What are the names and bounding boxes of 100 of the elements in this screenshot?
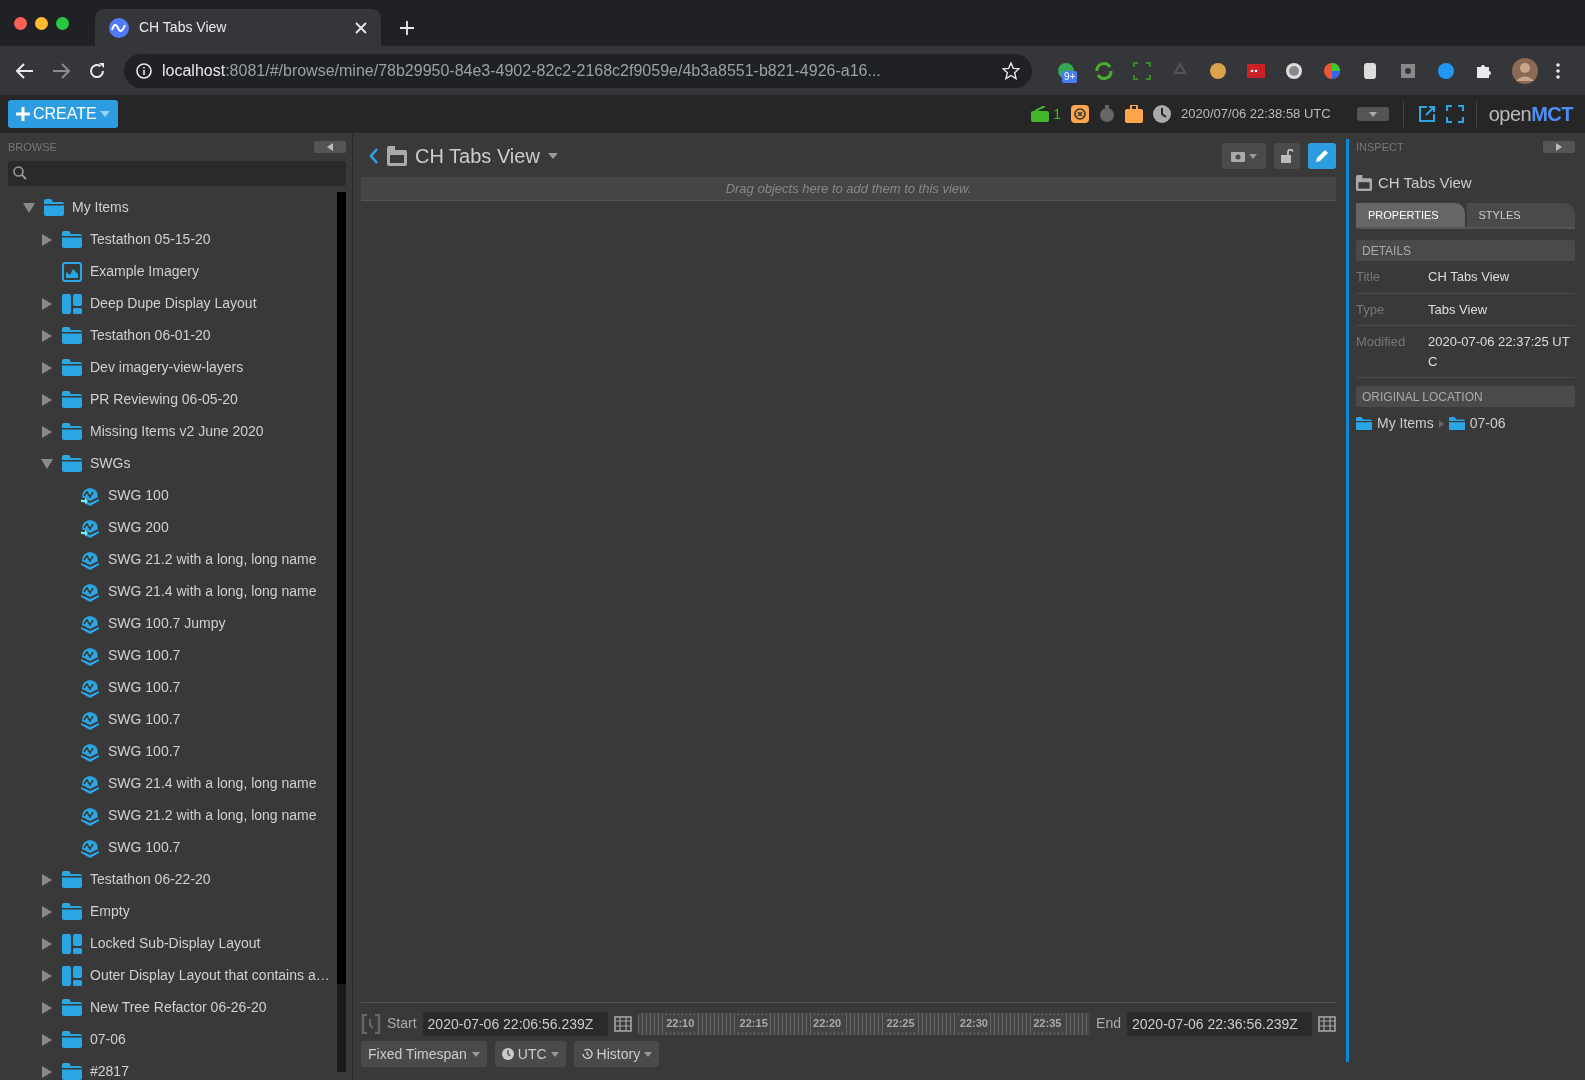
caret-right-icon[interactable] bbox=[41, 297, 53, 310]
maximize-window-icon[interactable] bbox=[56, 16, 69, 30]
caret-down-icon[interactable] bbox=[547, 153, 558, 159]
drop-hint: Drag objects here to add them to this view. bbox=[361, 177, 1336, 201]
caret-right-icon[interactable] bbox=[41, 1001, 53, 1014]
tree-item[interactable]: Missing Items v2 June 2020 bbox=[90, 421, 264, 442]
caret-right-icon[interactable] bbox=[41, 329, 53, 342]
tree-item[interactable]: SWG 100.7 bbox=[108, 837, 181, 858]
back-icon[interactable] bbox=[369, 148, 379, 164]
tree-item[interactable]: Locked Sub-Display Layout bbox=[90, 933, 261, 954]
folder-icon bbox=[1448, 416, 1465, 431]
tree-item[interactable]: SWG 21.4 with a long, long name bbox=[108, 581, 317, 602]
collapse-button[interactable] bbox=[314, 141, 346, 154]
start-field[interactable]: 2020-07-06 22:06:56.239Z bbox=[422, 1011, 608, 1036]
caret-right-icon[interactable] bbox=[41, 393, 53, 406]
caret-right-icon[interactable] bbox=[41, 1065, 53, 1078]
caret-right-icon[interactable] bbox=[41, 969, 53, 982]
property-label: Modified bbox=[1356, 333, 1407, 351]
tree-item[interactable]: SWG 100.7 bbox=[108, 677, 181, 698]
tree-item[interactable]: Example Imagery bbox=[90, 261, 199, 282]
forward-icon[interactable] bbox=[52, 61, 70, 80]
collapse-button[interactable] bbox=[1543, 141, 1575, 154]
fullscreen-icon[interactable] bbox=[1445, 105, 1464, 123]
browser-tab[interactable]: CH Tabs View bbox=[95, 9, 381, 46]
wave-icon bbox=[80, 837, 100, 858]
tree-item[interactable]: SWG 21.4 with a long, long name bbox=[108, 773, 317, 794]
time-axis[interactable]: 22:10 22:15 22:20 22:25 22:30 22:35 bbox=[637, 1012, 1091, 1035]
new-tab-icon[interactable] bbox=[399, 20, 415, 36]
mode-button[interactable]: Fixed Timespan bbox=[361, 1041, 487, 1067]
history-button[interactable]: History bbox=[573, 1041, 660, 1067]
location-link[interactable]: 07-06 bbox=[1469, 413, 1506, 434]
minimize-window-icon[interactable] bbox=[35, 16, 48, 30]
calendar-icon[interactable] bbox=[1318, 1015, 1336, 1032]
edit-button[interactable] bbox=[1308, 143, 1336, 169]
location-link[interactable]: My Items bbox=[1377, 413, 1434, 434]
caret-down-icon bbox=[644, 1051, 653, 1057]
end-field[interactable]: 2020-07-06 22:36:56.239Z bbox=[1127, 1011, 1312, 1036]
more-icon[interactable] bbox=[1556, 62, 1560, 79]
tree-item[interactable]: SWGs bbox=[90, 453, 131, 474]
scrollbar[interactable] bbox=[337, 191, 346, 1072]
caret-right-icon[interactable] bbox=[41, 873, 53, 886]
folder-icon bbox=[62, 359, 82, 376]
unlock-icon bbox=[1281, 149, 1293, 163]
tree-item[interactable]: Testathon 06-01-20 bbox=[90, 325, 211, 346]
dropdown-button[interactable] bbox=[1356, 107, 1389, 121]
reload-icon[interactable] bbox=[88, 61, 106, 80]
tree-item[interactable]: My Items bbox=[72, 197, 129, 218]
sync-icon[interactable] bbox=[1094, 60, 1114, 81]
color-wheel-icon[interactable] bbox=[1322, 60, 1342, 81]
caret-down-icon[interactable] bbox=[23, 201, 35, 214]
calendar-icon[interactable] bbox=[613, 1015, 632, 1032]
property-label: Title bbox=[1356, 268, 1382, 286]
clock-text: 2020/07/06 22:38:58 UTC bbox=[1181, 105, 1331, 124]
caret-right-icon[interactable] bbox=[41, 361, 53, 374]
tree-item[interactable]: 07-06 bbox=[90, 1029, 126, 1050]
info-icon[interactable] bbox=[136, 62, 152, 79]
layout-icon bbox=[62, 965, 82, 986]
app-logo: openMCT bbox=[1488, 102, 1573, 127]
tree-item[interactable]: Testathon 05-15-20 bbox=[90, 229, 211, 250]
caret-left-icon bbox=[327, 143, 333, 152]
caret-right-icon[interactable] bbox=[41, 937, 53, 950]
lock-button[interactable] bbox=[1274, 143, 1300, 169]
caret-right-icon[interactable] bbox=[41, 905, 53, 918]
caret-right-icon[interactable] bbox=[41, 425, 53, 438]
folder-icon bbox=[62, 999, 82, 1016]
close-window-icon[interactable] bbox=[14, 16, 27, 30]
caret-right-icon bbox=[1438, 419, 1444, 428]
tree-item[interactable]: SWG 100.7 bbox=[108, 709, 181, 730]
tree-item[interactable]: SWG 100.7 bbox=[108, 645, 181, 666]
tree-item[interactable]: Dev imagery-view-layers bbox=[90, 357, 244, 378]
tree-item[interactable]: SWG 100 bbox=[108, 485, 169, 506]
object-title: CH Tabs View bbox=[1378, 172, 1472, 193]
avatar-icon[interactable] bbox=[1512, 57, 1538, 84]
tree-item[interactable]: Outer Display Layout that contains a… bbox=[90, 965, 330, 986]
tree-item[interactable]: New Tree Refactor 06-26-20 bbox=[90, 997, 267, 1018]
screenshot-icon[interactable] bbox=[1132, 60, 1152, 81]
address-field[interactable]: localhost:8081/#/browse/mine/78b29950-84e3-4902-82c2-2168c2f9059e/4b3a8551-b821-4926-a16... bbox=[124, 53, 1032, 88]
caret-down-icon[interactable] bbox=[41, 457, 53, 470]
search-field[interactable] bbox=[8, 160, 346, 186]
new-window-icon[interactable] bbox=[1417, 105, 1436, 123]
record-icon[interactable] bbox=[1284, 60, 1304, 81]
star-icon[interactable] bbox=[1002, 61, 1020, 80]
tree-item[interactable]: SWG 100.7 bbox=[108, 741, 181, 762]
caret-right-icon[interactable] bbox=[41, 233, 53, 246]
tree-item[interactable]: #2817 bbox=[90, 1061, 129, 1080]
close-icon[interactable] bbox=[355, 21, 367, 34]
tree-item[interactable]: Testathon 06-22-20 bbox=[90, 869, 211, 890]
timer-icon bbox=[1099, 105, 1116, 123]
tree-item[interactable]: SWG 21.2 with a long, long name bbox=[108, 805, 317, 826]
caret-right-icon[interactable] bbox=[41, 1033, 53, 1046]
clock-button[interactable]: UTC bbox=[494, 1041, 566, 1067]
tree-item[interactable]: Empty bbox=[90, 901, 130, 922]
view-switcher-button[interactable] bbox=[1222, 143, 1266, 169]
inspector-tab[interactable]: STYLES bbox=[1466, 203, 1575, 227]
tree-item[interactable]: SWG 21.2 with a long, long name bbox=[108, 549, 317, 570]
inspector-tab[interactable]: PROPERTIES bbox=[1356, 203, 1465, 227]
tree-item[interactable]: SWG 200 bbox=[108, 517, 169, 538]
tree-item[interactable]: PR Reviewing 06-05-20 bbox=[90, 389, 238, 410]
tree-item[interactable]: Deep Dupe Display Layout bbox=[90, 293, 257, 314]
tree-item[interactable]: SWG 100.7 Jumpy bbox=[108, 613, 226, 634]
